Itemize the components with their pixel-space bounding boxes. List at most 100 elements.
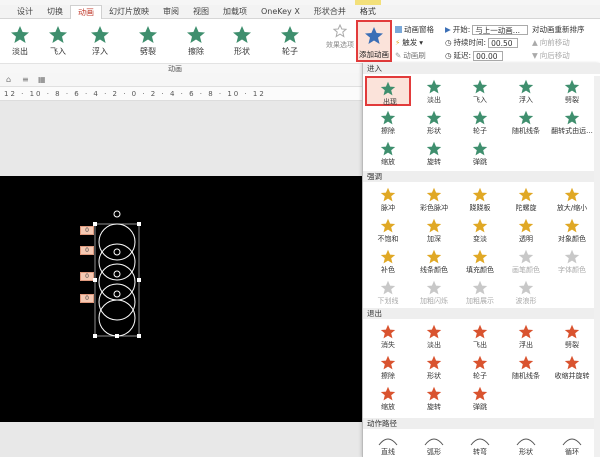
gallery-item-emphasis[interactable]: 加粗闪烁 [411,277,457,307]
gallery-item-emphasis[interactable]: 画笔颜色 [503,246,549,276]
tab-view[interactable]: 视图 [186,5,216,19]
anim-shape[interactable]: 形状 [222,19,262,59]
gallery-item-exit[interactable]: 形状 [411,352,457,382]
star-icon [564,187,580,202]
gallery-item-emphasis[interactable]: 放大/缩小 [549,184,595,214]
anim-fly-in[interactable]: 飞入 [38,19,78,59]
gallery-item-exit[interactable]: 随机线条 [503,352,549,382]
gallery-item-emphasis[interactable]: 脉冲 [365,184,411,214]
star-icon [426,324,442,339]
animation-painter-button[interactable]: ✎ 动画刷 [395,50,426,61]
trigger-button[interactable]: ⚡ 触发 ▾ [395,37,423,48]
gallery-scrollbar[interactable] [594,76,600,457]
gallery-item-emphasis[interactable]: 加粗展示 [457,277,503,307]
ribbon-tabs: 文件 设计 切换 动画 幻灯片放映 审阅 视图 加载项 OneKey X 形状合… [0,4,600,20]
tab-design[interactable]: 设计 [10,5,40,19]
gallery-item-emphasis[interactable]: 陀螺旋 [503,184,549,214]
gallery-item-entrance[interactable]: 翻转式由远... [549,107,595,137]
gallery-item-emphasis[interactable]: 变淡 [457,215,503,245]
gallery-item-exit[interactable]: 旋转 [411,383,457,413]
gallery-item-label: 转弯 [473,448,487,456]
gallery-item-emphasis[interactable]: 波浪形 [503,277,549,307]
motion-path-icon [378,438,398,446]
gallery-item-emphasis[interactable]: 加深 [411,215,457,245]
gallery-item-exit[interactable]: 缩放 [365,383,411,413]
align-icon[interactable]: ≡ [22,75,29,84]
star-icon [564,355,580,370]
arrow-up-icon: ▲ [532,38,538,47]
tab-shape-merge[interactable]: 形状合并 [307,5,353,19]
gallery-item-motion[interactable]: 形状 [503,431,549,457]
move-later-button[interactable]: ▼ 向后移动 [532,50,570,61]
gallery-item-entrance[interactable]: 浮入 [503,76,549,106]
slide-canvas[interactable]: 0 0 0 0 [0,176,362,422]
gallery-item-emphasis[interactable]: 填充颜色 [457,246,503,276]
add-animation-button[interactable]: 添加动画 [356,20,392,62]
gallery-item-entrance[interactable]: 擦除 [365,107,411,137]
star-icon [472,79,488,94]
lock-icon[interactable]: ⌂ [6,75,11,84]
anim-fade[interactable]: 淡出 [0,19,40,59]
gallery-item-emphasis[interactable]: 透明 [503,215,549,245]
gallery-item-label: 旋转 [427,158,441,166]
gallery-item-entrance[interactable]: 缩放 [365,138,411,168]
gallery-item-exit[interactable]: 轮子 [457,352,503,382]
tab-addins[interactable]: 加载项 [216,5,254,19]
gallery-item-entrance[interactable]: 随机线条 [503,107,549,137]
quick-toolbar: ⌂ ≡ ▦ [0,73,365,87]
star-icon [426,141,442,156]
gallery-item-emphasis[interactable]: 字体颜色 [549,246,595,276]
selected-circles-group[interactable] [92,208,144,340]
anim-split[interactable]: 劈裂 [128,19,168,59]
gallery-item-entrance[interactable]: 轮子 [457,107,503,137]
star-icon [380,386,396,401]
duration-input[interactable]: 00.50 [488,37,519,48]
tab-format[interactable]: 格式 [353,5,383,19]
grid-icon[interactable]: ▦ [38,75,46,84]
delay-input[interactable]: 00.00 [473,50,504,61]
tab-slideshow[interactable]: 幻灯片放映 [102,5,156,19]
gallery-item-entrance[interactable]: 劈裂 [549,76,595,106]
gallery-item-motion[interactable]: 转弯 [457,431,503,457]
start-select[interactable]: 与上一动画... [472,24,529,35]
gallery-item-entrance[interactable]: 出现 [365,76,411,106]
gallery-item-entrance[interactable]: 淡出 [411,76,457,106]
gallery-item-exit[interactable]: 收缩并旋转 [549,352,595,382]
gallery-item-emphasis[interactable]: 不饱和 [365,215,411,245]
gallery-item-emphasis[interactable]: 线条颜色 [411,246,457,276]
move-earlier-button[interactable]: ▲ 向前移动 [532,37,570,48]
gallery-item-label: 劈裂 [565,96,579,104]
anim-float-in[interactable]: 浮入 [80,19,120,59]
gallery-item-exit[interactable]: 弹跳 [457,383,503,413]
gallery-item-entrance[interactable]: 飞入 [457,76,503,106]
gallery-item-emphasis[interactable]: 下划线 [365,277,411,307]
gallery-item-emphasis[interactable]: 彩色脉冲 [411,184,457,214]
tab-onekey[interactable]: OneKey X [254,5,307,19]
tab-transitions[interactable]: 切换 [40,5,70,19]
gallery-item-entrance[interactable]: 旋转 [411,138,457,168]
tab-animations[interactable]: 动画 [70,4,102,20]
animation-pane-button[interactable]: 动画窗格 [395,24,434,35]
gallery-item-label: 飞出 [473,341,487,349]
gallery-item-entrance[interactable]: 弹跳 [457,138,503,168]
gallery-item-exit[interactable]: 淡出 [411,321,457,351]
star-icon [426,110,442,125]
gallery-item-motion[interactable]: 弧形 [411,431,457,457]
gallery-item-exit[interactable]: 飞出 [457,321,503,351]
gallery-item-motion[interactable]: 直线 [365,431,411,457]
gallery-item-emphasis[interactable]: 跷跷板 [457,184,503,214]
tab-review[interactable]: 审阅 [156,5,186,19]
star-icon [472,280,488,295]
gallery-item-emphasis[interactable]: 对象颜色 [549,215,595,245]
gallery-item-entrance[interactable]: 形状 [411,107,457,137]
gallery-item-exit[interactable]: 劈裂 [549,321,595,351]
gallery-item-label: 加粗展示 [466,297,494,305]
gallery-item-exit[interactable]: 浮出 [503,321,549,351]
anim-wheel[interactable]: 轮子 [270,19,310,59]
effect-options-button[interactable]: 效果选项 [325,23,355,58]
gallery-item-exit[interactable]: 擦除 [365,352,411,382]
anim-wipe[interactable]: 擦除 [176,19,216,59]
gallery-item-exit[interactable]: 消失 [365,321,411,351]
gallery-item-emphasis[interactable]: 补色 [365,246,411,276]
gallery-item-motion[interactable]: 循环 [549,431,595,457]
